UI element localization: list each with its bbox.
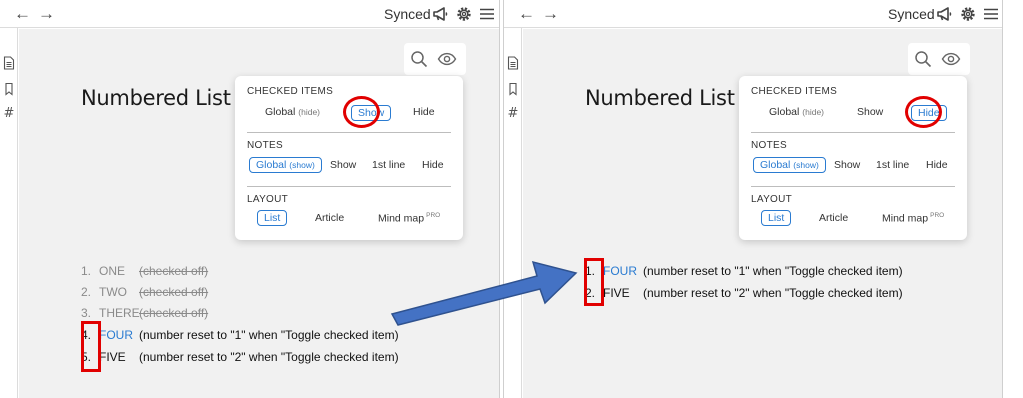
divider [247,186,451,187]
arrow-left-icon[interactable]: ← [518,4,535,24]
view-toolbar [908,43,970,75]
list-item[interactable]: 4. FOUR (number reset to "1" when "Toggle … [81,328,399,342]
layout-article-option[interactable]: Article [315,212,344,224]
left-sidebar: # [0,28,18,398]
list-item[interactable]: 5. FIVE (number reset to "2" when "Toggle … [81,350,399,364]
menu-icon[interactable] [982,5,1000,23]
divider [751,186,955,187]
layout-mind-map-option[interactable]: Mind map PRO [882,212,944,225]
megaphone-icon[interactable] [432,5,450,23]
left-sidebar: # [504,28,522,398]
panel-before: ← → Synced # Numbered List CHECKED ITEMS… [0,0,500,398]
main-content: Numbered List CHECKED ITEMS Global (hide… [19,29,499,398]
page-title: Numbered List [81,86,231,110]
notes-first-line-option[interactable]: 1st line [372,159,405,171]
highlight-box [81,321,101,372]
divider [247,132,451,133]
pro-badge: PRO [930,212,945,219]
highlight-circle [905,96,942,128]
checked-show-option[interactable]: Show [857,106,883,118]
view-options-popup: CHECKED ITEMS Global (hide) Show Hide NO… [739,76,967,240]
layout-mind-map-option[interactable]: Mind map PRO [378,212,440,225]
panel-after: ← → Synced # Numbered List CHECKED ITEMS… [503,0,1003,398]
hashtag-icon[interactable]: # [3,107,15,121]
document-icon[interactable] [3,56,15,70]
view-options-popup: CHECKED ITEMS Global (hide) Show Hide NO… [235,76,463,240]
divider [751,132,955,133]
search-icon[interactable] [914,50,932,68]
notes-first-line-option[interactable]: 1st line [876,159,909,171]
eye-icon[interactable] [941,51,961,67]
gear-icon[interactable] [959,5,977,23]
bookmark-icon[interactable] [3,82,15,96]
main-content: Numbered List CHECKED ITEMS Global (hide… [523,29,1002,398]
checked-global-option[interactable]: Global (hide) [769,106,824,118]
hashtag-icon[interactable]: # [507,107,519,121]
layout-title: LAYOUT [247,194,289,205]
sync-status: Synced [384,6,431,22]
sync-status: Synced [888,6,935,22]
document-icon[interactable] [507,56,519,70]
highlight-circle [343,96,380,128]
checked-items-title: CHECKED ITEMS [751,86,838,97]
search-icon[interactable] [410,50,428,68]
highlight-box [584,258,604,306]
notes-global-option[interactable]: Global (show) [753,157,826,173]
list-item[interactable]: 2. FIVE (number reset to "2" when "Toggle … [585,286,903,300]
layout-list-option[interactable]: List [761,210,792,226]
layout-list-option[interactable]: List [257,210,288,226]
notes-show-option[interactable]: Show [834,159,860,171]
list-item[interactable]: 1. ONE (checked off) [81,264,208,278]
arrow-right-icon[interactable]: → [38,4,55,24]
notes-title: NOTES [751,140,787,151]
arrow-right-icon[interactable]: → [542,4,559,24]
checked-global-option[interactable]: Global (hide) [265,106,320,118]
checked-items-title: CHECKED ITEMS [247,86,334,97]
page-title: Numbered List [585,86,735,110]
layout-title: LAYOUT [751,194,793,205]
gear-icon[interactable] [455,5,473,23]
notes-show-option[interactable]: Show [330,159,356,171]
top-bar: ← → Synced [0,0,499,28]
notes-global-option[interactable]: Global (show) [249,157,322,173]
list-item[interactable]: 1. FOUR (number reset to "1" when "Toggle … [585,264,903,278]
bookmark-icon[interactable] [507,82,519,96]
pro-badge: PRO [426,212,441,219]
top-bar: ← → Synced [504,0,1002,28]
menu-icon[interactable] [478,5,496,23]
eye-icon[interactable] [437,51,457,67]
megaphone-icon[interactable] [936,5,954,23]
arrow-left-icon[interactable]: ← [14,4,31,24]
notes-hide-option[interactable]: Hide [926,159,948,171]
layout-article-option[interactable]: Article [819,212,848,224]
view-toolbar [404,43,466,75]
notes-title: NOTES [247,140,283,151]
notes-hide-option[interactable]: Hide [422,159,444,171]
list-item[interactable]: 3. THERE(checked off) [81,306,208,320]
list-item[interactable]: 2. TWO (checked off) [81,285,208,299]
checked-hide-option[interactable]: Hide [413,106,435,118]
